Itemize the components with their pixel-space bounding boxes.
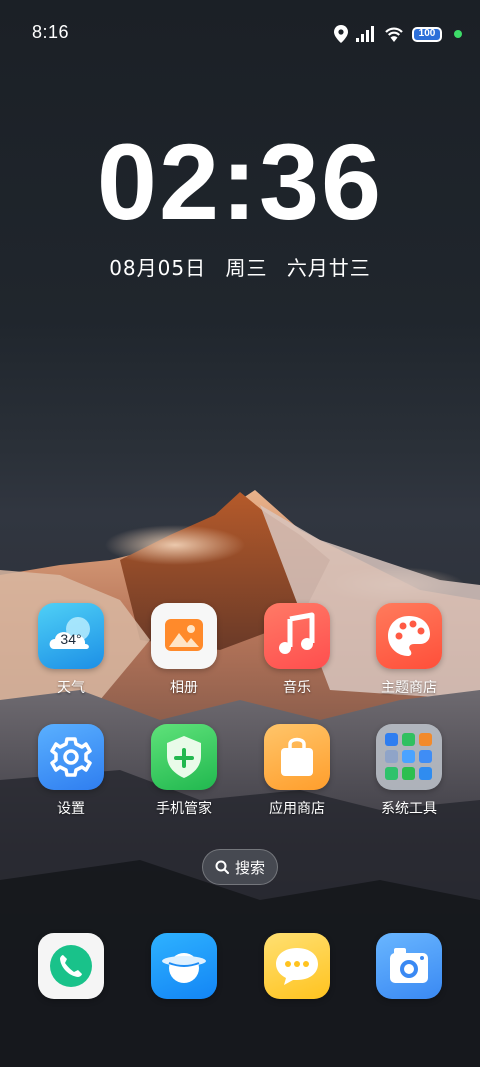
search-icon: [215, 860, 229, 874]
chat-bubble-icon: [264, 933, 330, 999]
status-bar: 8:16 100: [0, 0, 480, 68]
app-label: 设置: [57, 801, 85, 817]
shield-plus-icon: [151, 724, 217, 790]
folder-icon: [376, 724, 442, 790]
app-theme-store[interactable]: 主题商店: [359, 603, 459, 697]
weather-temperature: 34°: [60, 631, 82, 647]
phone-icon: [38, 933, 104, 999]
dock-camera[interactable]: [359, 933, 459, 999]
wifi-icon: [385, 27, 403, 42]
app-gallery[interactable]: 相册: [134, 603, 234, 697]
app-weather[interactable]: 34° 天气: [21, 603, 121, 697]
search-button[interactable]: 搜索: [202, 849, 278, 885]
status-time: 8:16: [32, 22, 70, 42]
app-label: 相册: [170, 680, 198, 696]
search-label: 搜索: [234, 858, 265, 877]
app-phone-manager[interactable]: 手机管家: [134, 724, 234, 818]
charging-dot-icon: [454, 30, 462, 38]
gallery-icon: [151, 603, 217, 669]
shopping-bag-icon: [264, 724, 330, 790]
planet-icon: [151, 933, 217, 999]
app-app-store[interactable]: 应用商店: [247, 724, 347, 818]
app-settings[interactable]: 设置: [21, 724, 121, 818]
signal-icon: [356, 26, 374, 42]
app-music[interactable]: 音乐: [247, 603, 347, 697]
app-label: 手机管家: [156, 801, 212, 817]
location-icon: [334, 25, 348, 43]
dock-phone[interactable]: [21, 933, 121, 999]
music-icon: [264, 603, 330, 669]
folder-system-tools[interactable]: 系统工具: [359, 724, 459, 818]
gear-icon: [38, 724, 104, 790]
clock-weekday: 周三: [225, 256, 268, 280]
clock-date-row[interactable]: 08月05日 周三 六月廿三: [0, 252, 480, 281]
app-label: 应用商店: [269, 801, 325, 817]
app-label: 音乐: [283, 680, 311, 696]
status-icons: 100: [334, 22, 462, 46]
clock-lunar-date: 六月廿三: [286, 256, 371, 280]
palette-icon: [376, 603, 442, 669]
clock-date: 08月05日: [109, 256, 207, 280]
battery-icon: 100: [412, 26, 442, 42]
camera-icon: [376, 933, 442, 999]
clock-time[interactable]: 02:36: [0, 128, 480, 236]
app-label: 系统工具: [381, 801, 437, 817]
dock-browser[interactable]: [134, 933, 234, 999]
weather-icon: 34°: [38, 603, 104, 669]
app-label: 主题商店: [381, 680, 437, 696]
dock-messages[interactable]: [247, 933, 347, 999]
app-label: 天气: [57, 680, 85, 696]
